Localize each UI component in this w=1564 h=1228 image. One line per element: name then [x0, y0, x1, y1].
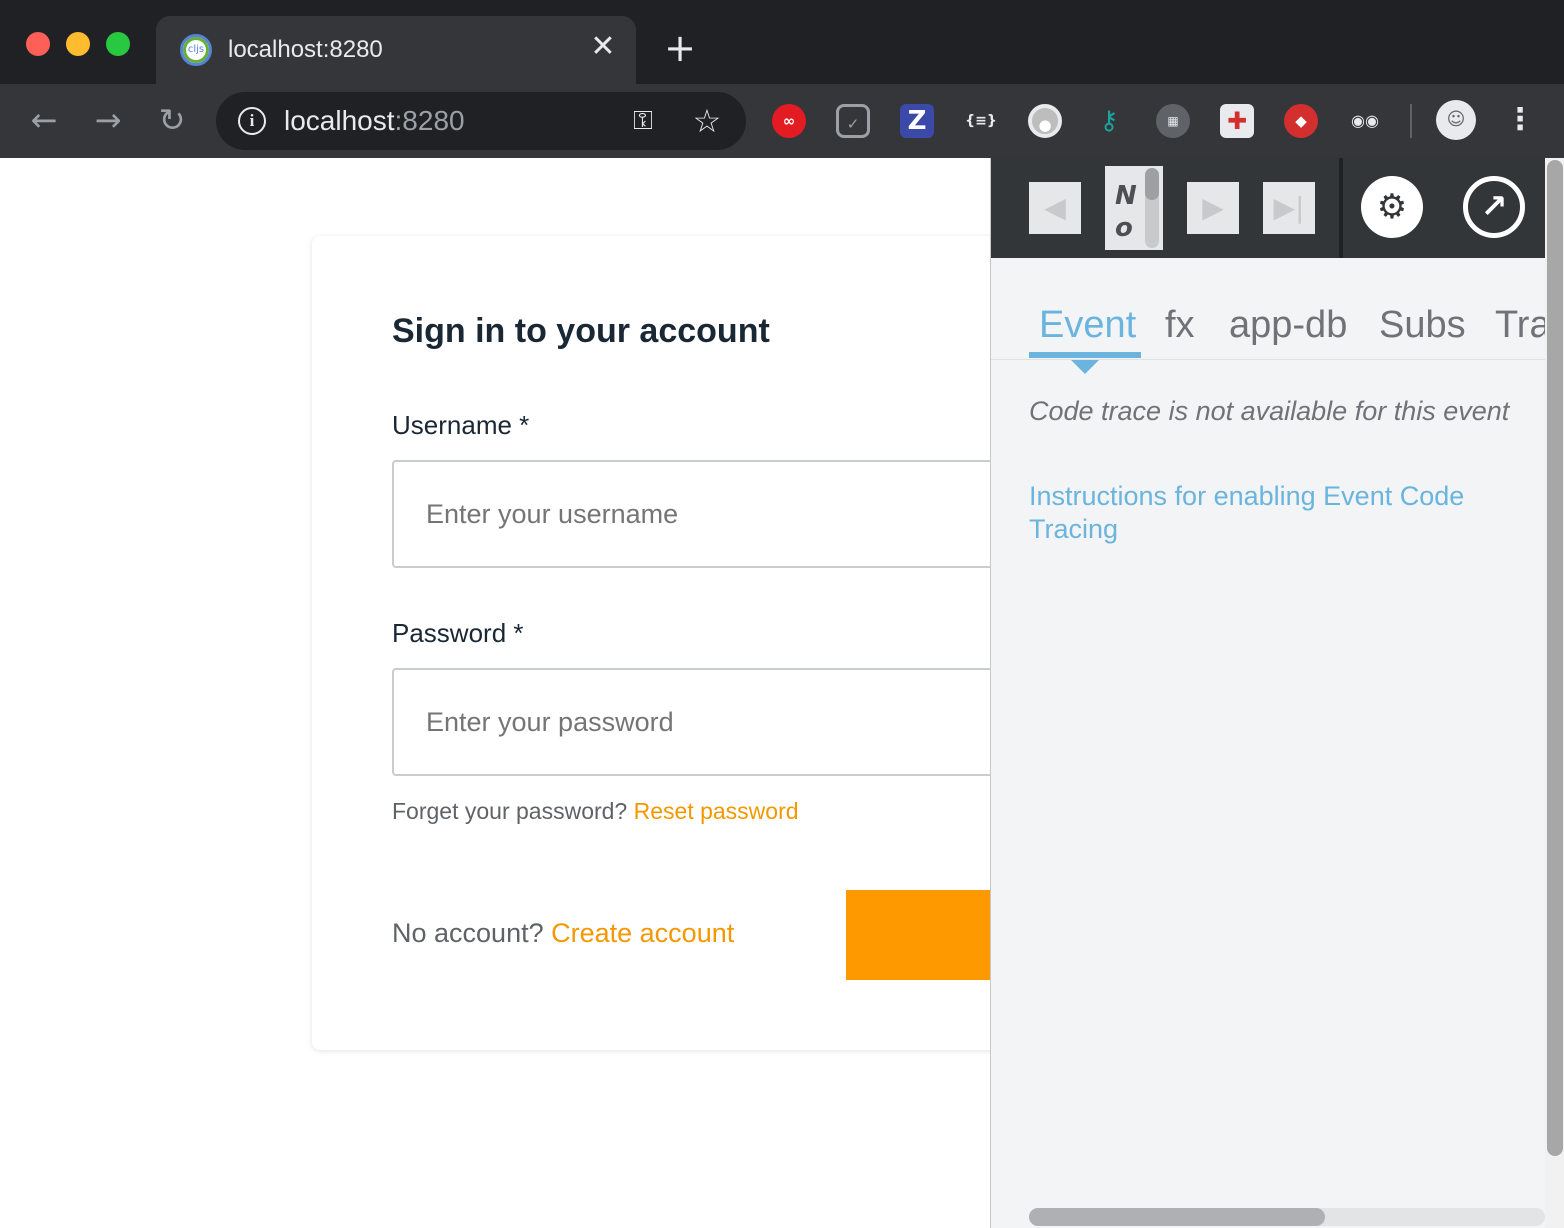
forward-arrow-icon[interactable]: → — [88, 100, 128, 140]
bookmark-star-icon[interactable]: ☆ — [690, 104, 724, 138]
browser-menu-icon[interactable]: ⋮ — [1502, 100, 1538, 140]
login-card: Sign in to your account Username * Passw… — [312, 236, 1146, 1050]
popout-icon[interactable]: ↗ — [1463, 176, 1525, 238]
horizontal-scrollbar-thumb[interactable] — [1029, 1208, 1325, 1226]
dome-extension-icon[interactable]: ▦ — [1156, 104, 1190, 138]
url-text[interactable]: localhost:8280 — [284, 105, 465, 137]
zotero-icon[interactable]: Z — [900, 104, 934, 138]
create-account-link[interactable]: Create account — [551, 918, 734, 948]
browser-tabstrip: cljs localhost:8280 ✕ + — [0, 0, 1564, 84]
circle-extension-icon[interactable]: ● — [1028, 104, 1062, 138]
create-account-row: No account? Create account — [392, 918, 734, 949]
site-info-icon[interactable]: i — [238, 107, 266, 135]
settings-wrench-icon[interactable]: ⚙ — [1361, 176, 1423, 238]
profile-avatar-icon[interactable]: ☺ — [1436, 100, 1476, 140]
url-port: :8280 — [394, 105, 465, 136]
new-tab-icon[interactable]: + — [662, 29, 698, 67]
tab-close-icon[interactable]: ✕ — [588, 32, 618, 62]
vertical-scrollbar-thumb[interactable] — [1547, 160, 1563, 1156]
back-arrow-icon[interactable]: ← — [24, 100, 64, 140]
plus-extension-icon[interactable]: ✚ — [1220, 104, 1254, 138]
code-tracing-instructions-link[interactable]: Instructions for enabling Event Code Tra… — [1029, 480, 1509, 546]
creative-cloud-icon[interactable]: ∞ — [772, 104, 806, 138]
latest-event-icon[interactable]: ▶| — [1263, 182, 1315, 234]
devtools-panel: ◀ N o ▶ ▶| ⚙ ↗ Event fx app-db Subs Tra … — [990, 158, 1564, 1228]
page-title: Sign in to your account — [392, 312, 770, 350]
previous-event-icon[interactable]: ◀ — [1029, 182, 1081, 234]
cljs-favicon-icon: cljs — [180, 34, 212, 66]
address-bar[interactable]: i localhost:8280 ⚿ ☆ — [216, 92, 746, 150]
username-input[interactable] — [392, 460, 1092, 568]
event-selector[interactable]: N o — [1105, 166, 1163, 250]
event-selector-scrollbar[interactable] — [1145, 168, 1159, 248]
devtools-tabs: Event fx app-db Subs Tra — [991, 258, 1545, 360]
password-label: Password * — [392, 618, 524, 648]
tab-title: localhost:8280 — [228, 36, 383, 63]
json-formatter-icon[interactable]: {≡} — [964, 104, 998, 138]
no-account-text: No account? — [392, 918, 544, 948]
code-trace-message: Code trace is not available for this eve… — [1029, 396, 1510, 426]
tab-fx[interactable]: fx — [1165, 304, 1195, 347]
event-selector-text: N o — [1115, 181, 1137, 243]
passwords-key-icon[interactable]: ⚿ — [626, 104, 660, 138]
window-maximize-button[interactable] — [106, 32, 130, 56]
reload-icon[interactable]: ↻ — [152, 100, 192, 140]
password-input[interactable] — [392, 668, 1092, 776]
username-label: Username * — [392, 410, 530, 440]
window-close-button[interactable] — [26, 32, 50, 56]
tab-event[interactable]: Event — [1039, 304, 1136, 347]
tab-trace[interactable]: Tra — [1495, 304, 1545, 347]
spy-extension-icon[interactable]: ◉◉ — [1348, 104, 1382, 138]
devtools-divider — [1339, 158, 1343, 258]
tab-subs[interactable]: Subs — [1379, 304, 1466, 347]
forgot-password-text: Forget your password? — [392, 798, 628, 824]
next-event-icon[interactable]: ▶ — [1187, 182, 1239, 234]
pocket-icon[interactable]: ✓ — [836, 104, 870, 138]
url-host: localhost — [284, 105, 395, 136]
reset-password-link[interactable]: Reset password — [634, 798, 799, 824]
forgot-password-row: Forget your password? Reset password — [392, 798, 799, 825]
devtools-toolbar: ◀ N o ▶ ▶| ⚙ ↗ — [991, 158, 1545, 258]
bird-extension-icon[interactable]: ◆ — [1284, 104, 1318, 138]
tab-app-db[interactable]: app-db — [1229, 304, 1347, 347]
key-extension-icon[interactable]: ⚷ — [1092, 104, 1126, 138]
active-tab-caret-icon — [1071, 360, 1099, 374]
window-minimize-button[interactable] — [66, 32, 90, 56]
toolbar-divider — [1410, 104, 1412, 138]
browser-toolbar: ← → ↻ i localhost:8280 ⚿ ☆ ∞ ✓ Z {≡} ● ⚷… — [0, 84, 1564, 158]
browser-tab[interactable]: cljs localhost:8280 ✕ — [156, 16, 636, 84]
active-tab-underline — [1029, 352, 1141, 358]
